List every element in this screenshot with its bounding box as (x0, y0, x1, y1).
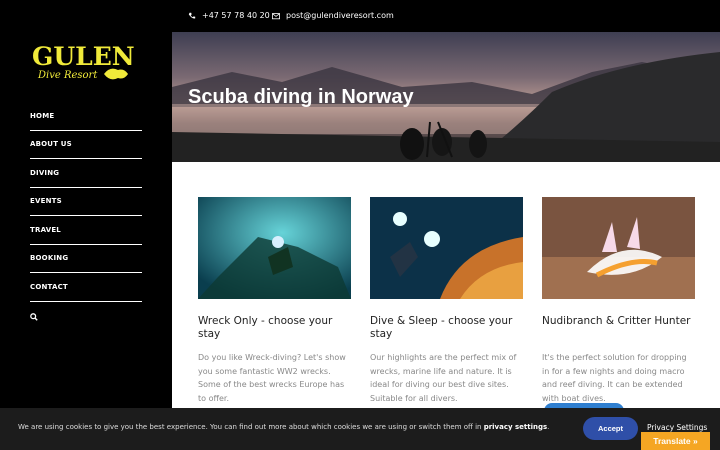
cookie-message: We are using cookies to give you the bes… (18, 423, 549, 431)
card-dive-sleep[interactable]: Dive & Sleep - choose your stay Our high… (370, 197, 523, 403)
envelope-icon (272, 12, 280, 19)
logo-line2: Dive Resort (38, 70, 98, 81)
card-title[interactable]: Dive & Sleep - choose your stay (370, 315, 523, 341)
nav-item-home[interactable]: HOME (30, 102, 142, 131)
phone-icon (188, 12, 196, 19)
phone-contact[interactable]: +47 57 78 40 20 (188, 11, 270, 20)
translate-button[interactable]: Translate » (641, 432, 710, 450)
card-nudibranch[interactable]: Nudibranch & Critter Hunter It's the per… (542, 197, 695, 403)
card-description: Do you like Wreck-diving? Let's show you… (198, 353, 346, 403)
main-nav: HOME ABOUT US DIVING EVENTS TRAVEL BOOKI… (30, 102, 142, 332)
card-title[interactable]: Wreck Only - choose your stay (198, 315, 351, 341)
cookie-text: We are using cookies to give you the bes… (18, 423, 484, 431)
top-bar: +47 57 78 40 20 post@gulendiveresort.com (0, 0, 720, 32)
dive-sleep-image (370, 197, 523, 299)
privacy-settings-button[interactable]: Privacy Settings (647, 423, 707, 432)
card-description: Our highlights are the perfect mix of wr… (370, 353, 517, 403)
hero-banner: Scuba diving in Norway (172, 32, 720, 162)
nav-item-events[interactable]: EVENTS (30, 188, 142, 216)
card-title[interactable]: Nudibranch & Critter Hunter (542, 315, 695, 328)
email-address: post@gulendiveresort.com (286, 11, 394, 20)
email-contact[interactable]: post@gulendiveresort.com (272, 11, 394, 20)
wreck-dive-image (198, 197, 351, 299)
nudibranch-image (542, 197, 695, 299)
phone-number: +47 57 78 40 20 (202, 11, 270, 20)
card-wreck-only[interactable]: Wreck Only - choose your stay Do you lik… (198, 197, 351, 403)
privacy-settings-link[interactable]: privacy settings (484, 423, 547, 431)
search-button[interactable] (30, 302, 142, 332)
nav-item-travel[interactable]: TRAVEL (30, 216, 142, 245)
diver-logo-icon (104, 68, 128, 80)
cookie-text-end: . (547, 423, 550, 431)
sidebar: GULEN Dive Resort HOME ABOUT US DIVING E… (0, 32, 172, 450)
nav-item-booking[interactable]: BOOKING (30, 245, 142, 273)
nav-item-diving[interactable]: DIVING (30, 159, 142, 188)
search-icon (30, 312, 38, 321)
card-description: It's the perfect solution for dropping i… (542, 353, 687, 403)
nav-item-contact[interactable]: CONTACT (30, 273, 142, 302)
accept-cookies-button[interactable]: Accept (583, 417, 638, 440)
logo[interactable]: GULEN Dive Resort (30, 40, 135, 86)
hero-title: Scuba diving in Norway (188, 86, 414, 108)
cookie-banner: We are using cookies to give you the bes… (0, 408, 720, 450)
nav-item-about-us[interactable]: ABOUT US (30, 131, 142, 159)
